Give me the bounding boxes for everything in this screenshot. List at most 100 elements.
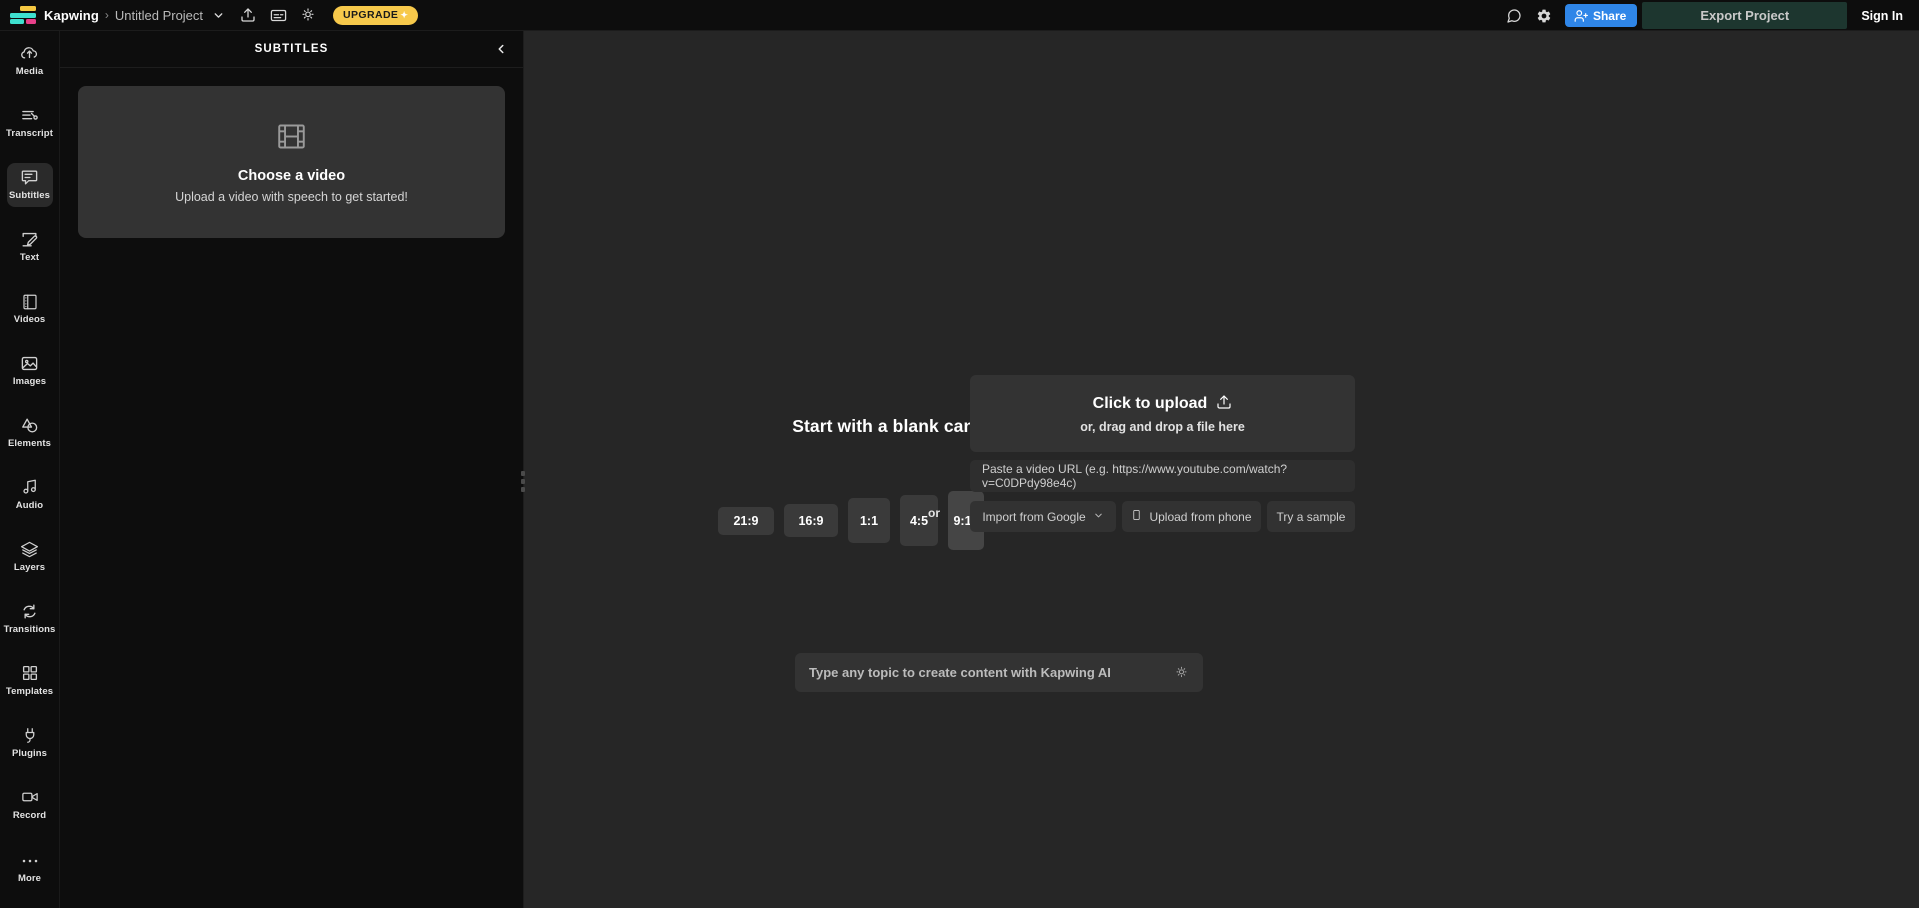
transcript-icon xyxy=(20,106,40,125)
try-a-sample-button[interactable]: Try a sample xyxy=(1267,501,1355,532)
share-button[interactable]: Share xyxy=(1564,4,1638,27)
layers-icon xyxy=(20,540,39,559)
film-strip-icon xyxy=(276,121,307,157)
camera-record-icon xyxy=(20,788,40,807)
kapwing-logo[interactable] xyxy=(10,5,36,25)
sidebar-item-label: Transcript xyxy=(6,128,53,140)
sidebar-item-images[interactable]: Images xyxy=(7,349,53,393)
grip-dot xyxy=(521,471,525,476)
upload-from-phone-button[interactable]: Upload from phone xyxy=(1122,501,1261,532)
aspect-ratio-16-9[interactable]: 16:9 xyxy=(784,504,838,537)
captions-icon[interactable] xyxy=(263,0,293,31)
ai-prompt-placeholder: Type any topic to create content with Ka… xyxy=(809,665,1111,680)
panel-title: SUBTITLES xyxy=(254,43,329,55)
project-name[interactable]: Untitled Project xyxy=(115,8,203,23)
chevron-down-icon xyxy=(1093,510,1104,524)
ellipsis-icon xyxy=(21,851,39,870)
sidebar-item-subtitles[interactable]: Subtitles xyxy=(6,162,53,207)
resize-grip-dots xyxy=(521,471,525,492)
grid-icon xyxy=(21,664,39,683)
sidebar-item-elements[interactable]: Elements xyxy=(7,411,53,455)
import-from-google-button[interactable]: Import from Google xyxy=(970,501,1116,532)
sidebar-item-videos[interactable]: Videos xyxy=(7,287,53,331)
chevron-left-icon[interactable] xyxy=(491,39,511,59)
sidebar-item-templates[interactable]: Templates xyxy=(5,658,54,702)
aspect-ratio-4-5[interactable]: 4:5 xyxy=(900,495,938,546)
sign-in-label: Sign In xyxy=(1861,8,1903,23)
upload-dropzone[interactable]: Click to upload or, drag and drop a file… xyxy=(970,375,1355,452)
video-film-icon xyxy=(21,292,39,311)
sidebar-item-text[interactable]: Text xyxy=(7,225,53,269)
sidebar-item-record[interactable]: Record xyxy=(7,782,53,826)
aspect-ratio-21-9[interactable]: 21:9 xyxy=(718,506,774,535)
sidebar-item-label: Elements xyxy=(7,437,52,449)
plug-icon xyxy=(21,726,39,745)
logo-bar-teal-bottom xyxy=(10,19,24,24)
music-note-icon xyxy=(21,478,39,497)
import-from-google-label: Import from Google xyxy=(982,509,1086,524)
choose-video-subtitle: Upload a video with speech to get starte… xyxy=(175,189,408,204)
cloud-upload-icon xyxy=(20,44,39,63)
export-project-button[interactable]: Export Project xyxy=(1642,2,1848,29)
subtitles-icon xyxy=(20,168,39,187)
sidebar-item-label: Text xyxy=(19,252,40,264)
transitions-icon xyxy=(20,602,39,621)
breadcrumb-separator: › xyxy=(104,8,109,22)
sidebar-item-label: Record xyxy=(12,809,47,821)
sidebar-item-label: Plugins xyxy=(11,747,47,759)
top-bar: Kapwing › Untitled Project UPGRADE ✦ Sha… xyxy=(0,0,1919,31)
grip-dot xyxy=(521,487,525,492)
main-canvas: Start with a blank canvas 21:9 16:9 1:1 … xyxy=(524,31,1919,908)
brand-name[interactable]: Kapwing xyxy=(44,8,99,23)
text-edit-icon xyxy=(20,230,39,249)
grip-dot xyxy=(521,479,525,484)
sidebar-item-label: Transitions xyxy=(3,623,56,635)
comment-icon[interactable] xyxy=(1499,0,1529,31)
sidebar-item-label: Templates xyxy=(5,685,54,697)
sidebar-item-transitions[interactable]: Transitions xyxy=(3,596,56,640)
chevron-down-icon[interactable] xyxy=(203,0,233,31)
try-a-sample-label: Try a sample xyxy=(1276,509,1346,524)
sidebar-item-label: Layers xyxy=(13,561,46,573)
top-bar-right: Share Export Project Sign In xyxy=(1499,0,1919,31)
upload-section: Click to upload or, drag and drop a file… xyxy=(970,375,1355,532)
panel-resize-handle[interactable] xyxy=(519,31,527,908)
logo-bar-yellow xyxy=(20,6,36,11)
upgrade-button[interactable]: UPGRADE ✦ xyxy=(333,5,419,25)
sidebar-item-transcript[interactable]: Transcript xyxy=(6,101,53,145)
sidebar-item-label: Videos xyxy=(13,314,46,326)
sidebar-item-plugins[interactable]: Plugins xyxy=(7,720,53,764)
aspect-ratio-1-1[interactable]: 1:1 xyxy=(848,498,890,543)
sidebar-item-audio[interactable]: Audio xyxy=(7,472,53,516)
upload-icon[interactable] xyxy=(233,0,263,31)
upgrade-label: UPGRADE xyxy=(343,9,399,21)
upload-icon xyxy=(1216,394,1232,415)
share-label: Share xyxy=(1592,8,1627,23)
gear-icon[interactable] xyxy=(1529,0,1559,31)
sidebar-item-label: Subtitles xyxy=(8,190,50,202)
sidebar-item-layers[interactable]: Layers xyxy=(7,534,53,578)
image-icon xyxy=(20,354,39,373)
video-url-placeholder: Paste a video URL (e.g. https://www.yout… xyxy=(982,462,1288,490)
or-divider-label: or xyxy=(928,506,940,520)
sidebar-item-media[interactable]: Media xyxy=(7,39,53,83)
sidebar-item-label: Images xyxy=(12,376,47,388)
aspect-ratio-options: 21:9 16:9 1:1 4:5 9:16 xyxy=(718,491,984,550)
sidebar-item-more[interactable]: More xyxy=(7,846,53,890)
left-sidebar: Media Transcript Subtitles Text Videos I… xyxy=(0,31,60,908)
click-to-upload-row: Click to upload xyxy=(1093,394,1233,415)
upload-from-phone-label: Upload from phone xyxy=(1149,509,1252,524)
sidebar-item-label: Media xyxy=(15,66,44,78)
sign-in-button[interactable]: Sign In xyxy=(1847,9,1919,23)
video-url-input[interactable]: Paste a video URL (e.g. https://www.yout… xyxy=(970,460,1355,492)
upload-source-buttons: Import from Google Upload from phone Try… xyxy=(970,501,1355,532)
lightbulb-icon[interactable] xyxy=(293,0,323,31)
choose-video-card[interactable]: Choose a video Upload a video with speec… xyxy=(78,86,505,238)
phone-icon xyxy=(1131,508,1142,525)
sidebar-item-label: More xyxy=(17,873,42,885)
sidebar-item-label: Audio xyxy=(15,499,44,511)
kapwing-ai-prompt-bar[interactable]: Type any topic to create content with Ka… xyxy=(795,653,1203,692)
sparkle-icon: ✦ xyxy=(400,9,409,20)
lightbulb-icon[interactable] xyxy=(1174,665,1189,680)
top-bar-left: Kapwing › Untitled Project UPGRADE ✦ xyxy=(0,0,419,31)
